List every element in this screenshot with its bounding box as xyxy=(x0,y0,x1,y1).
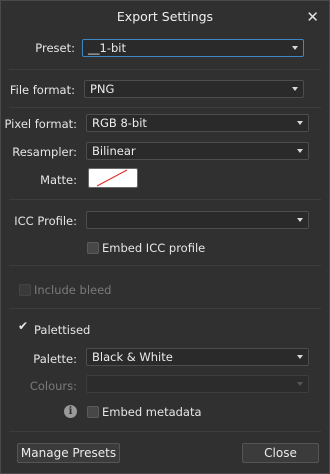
divider xyxy=(9,199,321,200)
no-color-slash-icon xyxy=(96,169,128,187)
icc-profile-label: ICC Profile: xyxy=(14,214,77,228)
preset-select[interactable]: __1-bit xyxy=(82,39,304,57)
chevron-down-icon xyxy=(292,87,298,91)
matte-color-swatch[interactable] xyxy=(88,168,138,188)
colours-label: Colours: xyxy=(29,379,77,393)
divider xyxy=(9,69,321,70)
pixel-format-select[interactable]: RGB 8-bit xyxy=(86,114,309,132)
icc-profile-select[interactable] xyxy=(86,211,309,229)
resampler-value: Bilinear xyxy=(92,144,136,158)
palettised-label: Palettised xyxy=(34,323,91,337)
close-button[interactable]: Close xyxy=(242,443,319,463)
divider xyxy=(9,308,321,309)
preset-label: Preset: xyxy=(35,41,75,55)
divider xyxy=(9,431,321,432)
chevron-down-icon xyxy=(297,382,303,386)
embed-icc-label: Embed ICC profile xyxy=(102,241,206,255)
dialog-title: Export Settings xyxy=(116,9,214,24)
pixel-format-label: Pixel format: xyxy=(4,117,78,131)
embed-metadata-label: Embed metadata xyxy=(102,405,202,419)
colours-select[interactable] xyxy=(86,375,309,393)
include-bleed-checkbox[interactable] xyxy=(19,284,31,296)
include-bleed-label: Include bleed xyxy=(34,283,112,297)
palette-label: Palette: xyxy=(33,352,77,366)
preset-value: __1-bit xyxy=(88,41,126,55)
matte-label: Matte: xyxy=(40,173,77,187)
file-format-label: File format: xyxy=(9,83,75,97)
close-icon[interactable]: ✕ xyxy=(306,1,319,33)
manage-presets-button[interactable]: Manage Presets xyxy=(17,443,120,463)
pixel-format-value: RGB 8-bit xyxy=(92,116,147,130)
resampler-select[interactable]: Bilinear xyxy=(86,142,309,160)
divider xyxy=(9,107,321,108)
embed-metadata-checkbox[interactable] xyxy=(87,406,99,418)
divider xyxy=(9,265,321,266)
chevron-down-icon xyxy=(297,149,303,153)
chevron-down-icon xyxy=(297,121,303,125)
palettised-checkbox[interactable]: ✔ xyxy=(18,319,29,333)
palette-select[interactable]: Black & White xyxy=(86,348,309,366)
embed-icc-checkbox[interactable] xyxy=(87,242,99,254)
file-format-select[interactable]: PNG xyxy=(84,80,304,98)
chevron-down-icon xyxy=(292,46,298,50)
file-format-value: PNG xyxy=(90,82,115,96)
chevron-down-icon xyxy=(297,355,303,359)
chevron-down-icon xyxy=(297,218,303,222)
resampler-label: Resampler: xyxy=(12,145,77,159)
check-icon: ✔ xyxy=(18,319,29,333)
export-settings-dialog: Export Settings ✕ Preset: __1-bit File f… xyxy=(0,0,330,474)
palette-value: Black & White xyxy=(92,350,173,364)
info-icon[interactable]: i xyxy=(64,405,77,418)
